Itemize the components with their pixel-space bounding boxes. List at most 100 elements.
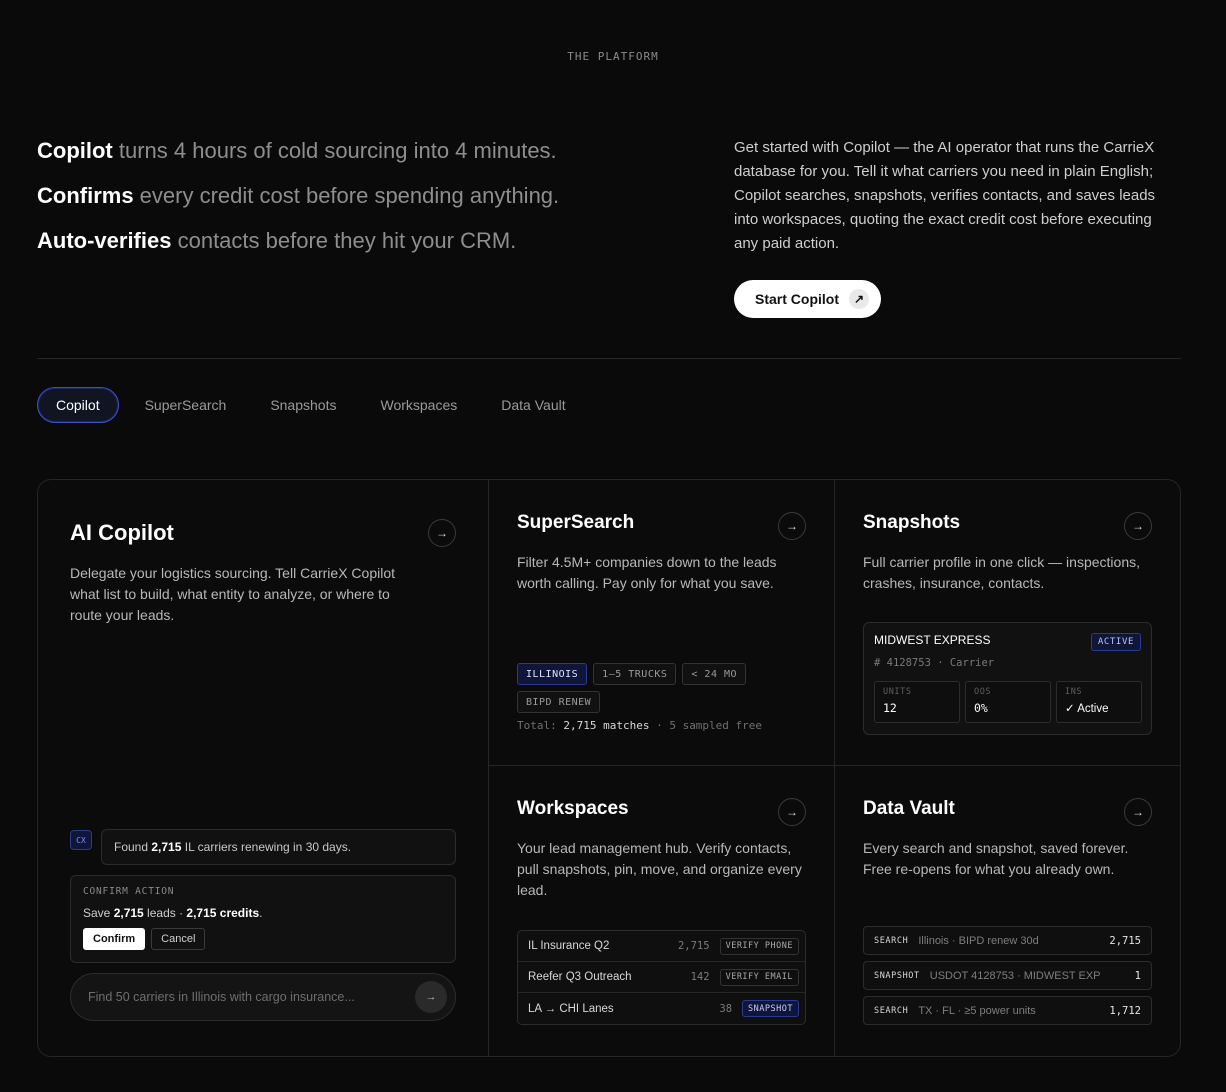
stat-units: UNITS 12 bbox=[874, 681, 960, 723]
vault-item-desc: TX · FL · ≥5 power units bbox=[918, 1004, 1036, 1017]
workspace-action-tag[interactable]: VERIFY EMAIL bbox=[719, 968, 799, 986]
snapshots-card: Snapshots → Full carrier profile in one … bbox=[835, 480, 1180, 766]
vault-title: Data Vault bbox=[863, 798, 955, 819]
workspace-count: 38 bbox=[719, 1002, 733, 1015]
workspace-action-tag[interactable]: VERIFY PHONE bbox=[719, 937, 799, 955]
copilot-card: AI Copilot → Delegate your logistics sou… bbox=[38, 480, 489, 1056]
tab-copilot[interactable]: Copilot bbox=[37, 387, 119, 423]
carrier-stats: UNITS 12 OOS 0% INS ✓ Active bbox=[874, 681, 1142, 723]
cx-avatar: CX bbox=[70, 830, 92, 850]
feature-tabs: Copilot SuperSearch Snapshots Workspaces… bbox=[37, 387, 592, 423]
vault-description: Every search and snapshot, saved forever… bbox=[863, 840, 1129, 877]
filter-chip[interactable]: < 24 MO bbox=[682, 663, 747, 685]
copilot-chat-input[interactable] bbox=[88, 990, 415, 1004]
snapshots-arrow-icon[interactable]: → bbox=[1124, 512, 1152, 540]
workspace-name: Reefer Q3 Outreach bbox=[528, 971, 632, 983]
stat-label: INS bbox=[1065, 687, 1083, 697]
confirm-mid: leads · bbox=[143, 906, 187, 920]
supersearch-card: SuperSearch → Filter 4.5M+ companies dow… bbox=[489, 480, 835, 766]
hero-line-2-text: every credit cost before spending anythi… bbox=[133, 183, 560, 208]
supersearch-title: SuperSearch bbox=[517, 512, 635, 533]
total-matches: 2,715 matches bbox=[563, 719, 650, 732]
found-suffix: IL carriers renewing in 30 days. bbox=[184, 840, 352, 854]
stat-value: ✓ Active bbox=[1065, 703, 1109, 715]
hero-line-3-text: contacts before they hit your CRM. bbox=[171, 228, 517, 253]
start-copilot-label: Start Copilot bbox=[755, 291, 839, 307]
stat-ins: INS ✓ Active bbox=[1056, 681, 1142, 723]
stat-label: OOS bbox=[974, 687, 992, 697]
tab-data-vault[interactable]: Data Vault bbox=[483, 387, 583, 423]
workspaces-arrow-icon[interactable]: → bbox=[778, 798, 806, 826]
tab-workspaces[interactable]: Workspaces bbox=[362, 387, 475, 423]
total-label: Total: bbox=[517, 719, 564, 732]
copilot-title: AI Copilot bbox=[70, 520, 174, 545]
hero-line-2: Confirms every credit cost before spendi… bbox=[37, 181, 677, 211]
list-item[interactable]: SNAPSHOT USDOT 4128753 · MIDWEST EXP 1 bbox=[863, 961, 1152, 990]
confirm-action-box: CONFIRM ACTION Save 2,715 leads · 2,715 … bbox=[70, 875, 456, 963]
confirm-end: . bbox=[259, 906, 263, 920]
workspaces-title: Workspaces bbox=[517, 798, 629, 819]
list-item[interactable]: SEARCH Illinois · BIPD renew 30d 2,715 bbox=[863, 926, 1152, 955]
vault-item-count: 1,712 bbox=[1109, 1004, 1141, 1017]
supersearch-arrow-icon[interactable]: → bbox=[778, 512, 806, 540]
status-badge: ACTIVE bbox=[1090, 633, 1141, 651]
stat-oos: OOS 0% bbox=[965, 681, 1051, 723]
hero-line-1-text: turns 4 hours of cold sourcing into 4 mi… bbox=[112, 138, 557, 163]
hero-description: Get started with Copilot — the AI operat… bbox=[734, 139, 1156, 252]
vault-item-type: SEARCH bbox=[874, 1005, 909, 1016]
list-item[interactable]: Reefer Q3 Outreach 142 VERIFY EMAIL bbox=[518, 962, 805, 993]
confirm-label: CONFIRM ACTION bbox=[83, 886, 175, 897]
vault-arrow-icon[interactable]: → bbox=[1124, 798, 1152, 826]
hero-line-3: Auto-verifies contacts before they hit y… bbox=[37, 226, 677, 256]
workspace-name: IL Insurance Q2 bbox=[528, 940, 610, 952]
stat-value: 0% bbox=[974, 701, 988, 715]
hero-line-1-bold: Copilot bbox=[37, 138, 113, 163]
search-total: Total: 2,715 matches · 5 sampled free bbox=[517, 719, 762, 732]
total-suffix: · 5 sampled free bbox=[649, 719, 763, 732]
filter-chip[interactable]: BIPD RENEW bbox=[517, 691, 601, 713]
confirm-text: Save 2,715 leads · 2,715 credits. bbox=[83, 906, 443, 920]
found-prefix: Found bbox=[114, 840, 149, 854]
carrier-snapshot[interactable]: MIDWEST EXPRESS ACTIVE # 4128753 · Carri… bbox=[863, 622, 1152, 735]
list-item[interactable]: SEARCH TX · FL · ≥5 power units 1,712 bbox=[863, 996, 1152, 1025]
confirm-credits: 2,715 credits bbox=[186, 906, 260, 920]
vault-item-count: 2,715 bbox=[1109, 934, 1141, 947]
found-count: 2,715 bbox=[151, 840, 182, 854]
start-copilot-button[interactable]: Start Copilot ↗ bbox=[734, 280, 881, 318]
hero-line-3-bold: Auto-verifies bbox=[37, 228, 172, 253]
hero-line-1: Copilot turns 4 hours of cold sourcing i… bbox=[37, 136, 677, 166]
cancel-button[interactable]: Cancel bbox=[151, 928, 206, 950]
workspace-action-tag[interactable]: SNAPSHOT bbox=[742, 1000, 799, 1017]
vault-item-desc: Illinois · BIPD renew 30d bbox=[918, 934, 1039, 947]
snapshots-description: Full carrier profile in one click — insp… bbox=[863, 554, 1140, 591]
carrier-subline: # 4128753 · Carrier bbox=[874, 657, 995, 669]
data-vault-card: Data Vault → Every search and snapshot, … bbox=[835, 766, 1180, 1056]
copilot-arrow-icon[interactable]: → bbox=[428, 519, 456, 547]
tab-supersearch[interactable]: SuperSearch bbox=[127, 387, 245, 423]
send-arrow-icon[interactable]: → bbox=[415, 981, 447, 1013]
tab-snapshots[interactable]: Snapshots bbox=[252, 387, 354, 423]
hero-intro: Get started with Copilot — the AI operat… bbox=[734, 136, 1174, 318]
confirm-leads: 2,715 bbox=[113, 906, 144, 920]
confirm-button[interactable]: Confirm bbox=[83, 928, 146, 950]
feature-grid: AI Copilot → Delegate your logistics sou… bbox=[37, 479, 1181, 1057]
hero-headlines: Copilot turns 4 hours of cold sourcing i… bbox=[37, 136, 677, 271]
copilot-chat-input-wrap: → bbox=[70, 973, 456, 1021]
workspaces-card: Workspaces → Your lead management hub. V… bbox=[489, 766, 835, 1056]
arrow-up-right-icon: ↗ bbox=[849, 289, 869, 309]
confirm-prefix: Save bbox=[83, 906, 114, 920]
stat-value: 12 bbox=[883, 701, 897, 715]
workspaces-description: Your lead management hub. Verify contact… bbox=[517, 840, 802, 898]
section-divider bbox=[37, 358, 1181, 359]
vault-item-type: SEARCH bbox=[874, 935, 909, 946]
list-item[interactable]: LA → CHI Lanes 38 SNAPSHOT bbox=[518, 993, 805, 1024]
stat-label: UNITS bbox=[883, 687, 912, 697]
filter-chip[interactable]: ILLINOIS bbox=[517, 663, 588, 685]
filter-chip[interactable]: 1–5 TRUCKS bbox=[593, 663, 677, 685]
copilot-description: Delegate your logistics sourcing. Tell C… bbox=[70, 565, 396, 623]
vault-item-desc: USDOT 4128753 · MIDWEST EXP bbox=[929, 969, 1101, 982]
section-eyebrow: THE PLATFORM bbox=[567, 50, 659, 63]
workspace-count: 142 bbox=[690, 971, 710, 983]
list-item[interactable]: IL Insurance Q2 2,715 VERIFY PHONE bbox=[518, 931, 805, 962]
snapshots-title: Snapshots bbox=[863, 512, 961, 533]
